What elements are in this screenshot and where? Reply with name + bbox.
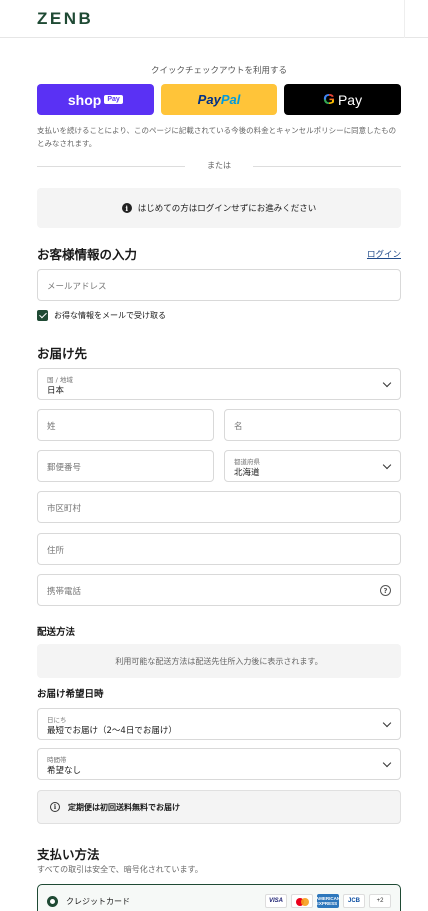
customer-info-title: お客様情報の入力	[37, 247, 138, 262]
amex-icon: AMERICAN EXPRESS	[315, 894, 341, 908]
google-g-icon: G	[323, 91, 335, 108]
delivery-time-select[interactable]: 時間帯 希望なし	[37, 748, 401, 780]
visa-icon: VISA	[265, 894, 287, 908]
shop-pay-button[interactable]: shop Pay	[37, 84, 154, 115]
google-pay-wordmark: G Pay	[323, 91, 363, 108]
login-link[interactable]: ログイン	[367, 248, 401, 260]
chevron-down-icon	[382, 758, 392, 768]
delivery-date-select[interactable]: 日にち 最短でお届け（2〜4日でお届け）	[37, 708, 401, 740]
header: ZENB	[0, 0, 428, 38]
guest-checkout-notice: i はじめての方はログインせずにお進みください	[37, 188, 401, 228]
shipping-method-message: 利用可能な配送方法は配送先住所入力後に表示されます。	[37, 644, 401, 678]
shop-pay-badge: Pay	[104, 95, 123, 104]
phone-field[interactable]: 携帯電話 ?	[37, 574, 401, 606]
brand-logo[interactable]: ZENB	[37, 9, 93, 29]
delivery-schedule-title: お届け希望日時	[37, 689, 104, 700]
express-checkout-label: クイックチェックアウトを利用する	[150, 66, 287, 76]
email-field[interactable]: メールアドレス	[37, 269, 401, 301]
google-pay-button[interactable]: G Pay	[284, 84, 402, 115]
shop-pay-wordmark: shop	[67, 91, 102, 108]
city-field[interactable]: 市区町村	[37, 491, 401, 523]
header-edge	[404, 0, 428, 38]
info-icon: i	[50, 802, 60, 812]
shipping-method-title: 配送方法	[37, 627, 76, 638]
more-cards-badge: +2	[369, 894, 391, 908]
info-icon: i	[121, 203, 132, 213]
credit-card-option[interactable]: クレジットカード VISA AMERICAN EXPRESS JCB +2	[37, 884, 401, 911]
newsletter-checkbox[interactable]	[37, 310, 48, 321]
chevron-down-icon	[382, 718, 392, 728]
country-select[interactable]: 国 / 地域 日本	[37, 368, 401, 400]
address-field[interactable]: 住所	[37, 533, 401, 565]
jcb-icon: JCB	[343, 894, 365, 908]
credit-card-radio[interactable]	[47, 896, 58, 907]
prefecture-select[interactable]: 都道府県 北海道	[224, 450, 401, 482]
payment-subtitle: すべての取引は安全で、暗号化されています。	[37, 865, 203, 874]
paypal-wordmark: PayPal	[197, 92, 241, 107]
payment-title: 支払い方法	[37, 847, 100, 862]
chevron-down-icon	[382, 460, 392, 470]
subscription-notice: i 定期便は初回送料無料でお届け	[37, 790, 401, 824]
subscription-notice-text: 定期便は初回送料無料でお届け	[68, 802, 180, 812]
express-checkout-buttons: shop Pay PayPal G Pay	[37, 84, 402, 115]
credit-card-label: クレジットカード	[66, 897, 130, 906]
newsletter-label: お得な情報をメールで受け取る	[54, 311, 166, 320]
guest-notice-text: はじめての方はログインせずにお進みください	[137, 204, 317, 214]
mastercard-icon	[291, 894, 313, 908]
postal-code-field[interactable]: 郵便番号	[37, 450, 214, 482]
newsletter-option[interactable]: お得な情報をメールで受け取る	[37, 310, 166, 321]
help-icon[interactable]: ?	[380, 585, 391, 596]
card-brands: VISA AMERICAN EXPRESS JCB +2	[265, 894, 391, 908]
chevron-down-icon	[382, 378, 392, 388]
or-divider: または	[37, 160, 401, 172]
first-name-field[interactable]: 名	[224, 409, 401, 441]
last-name-field[interactable]: 姓	[37, 409, 214, 441]
paypal-button[interactable]: PayPal	[160, 84, 278, 115]
delivery-title: お届け先	[37, 346, 88, 361]
policy-notice: 支払いを続けることにより、このページに記載されている今後の料金とキャンセルポリシ…	[37, 126, 397, 148]
